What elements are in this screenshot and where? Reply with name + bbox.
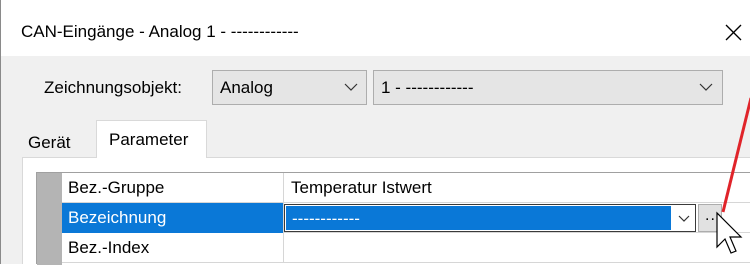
drawing-object-type-value: Analog — [220, 78, 273, 97]
tab-geraet[interactable]: Gerät — [28, 133, 71, 153]
dialog-window: CAN-Eingänge - Analog 1 - ------------ Z… — [0, 0, 750, 265]
ellipsis-button[interactable]: ... — [698, 204, 722, 232]
tab-parameter-label: Parameter — [109, 130, 189, 149]
grid-cell-value[interactable]: ------------ ... — [284, 203, 750, 233]
window-title: CAN-Eingänge - Analog 1 - ------------ — [21, 22, 299, 41]
grid-cell-name: Bez.-Index — [62, 233, 284, 263]
selected-text: ------------ — [286, 206, 671, 230]
drawing-object-number-dropdown[interactable]: 1 - ------------ — [373, 70, 723, 105]
chevron-down-icon — [699, 83, 713, 91]
grid-cell-name: Bez.-Gruppe — [62, 173, 284, 203]
grid-cell-value[interactable] — [284, 233, 750, 263]
parameter-grid: Bez.-Gruppe Temperatur Istwert Bezeichnu… — [36, 172, 750, 265]
param-value: Temperatur Istwert — [291, 178, 432, 197]
grid-row-bez-gruppe[interactable]: Bez.-Gruppe Temperatur Istwert — [62, 173, 750, 203]
drawing-object-type-dropdown[interactable]: Analog — [212, 70, 367, 105]
tab-parameter[interactable]: Parameter — [96, 120, 207, 158]
drawing-object-number-value: 1 - ------------ — [381, 78, 474, 97]
param-name: Bezeichnung — [68, 208, 167, 227]
grid-cell-name: Bezeichnung — [62, 203, 284, 233]
grid-cell-value[interactable]: Temperatur Istwert — [284, 173, 750, 203]
param-value: ------------ — [292, 209, 360, 228]
grid-row-bezeichnung[interactable]: Bezeichnung ------------ ... — [62, 203, 750, 233]
title-bar[interactable]: CAN-Eingänge - Analog 1 - ------------ — [1, 0, 750, 56]
bezeichnung-combo-input[interactable]: ------------ — [284, 204, 696, 232]
chevron-down-icon — [344, 83, 358, 91]
param-name: Bez.-Gruppe — [68, 178, 165, 197]
close-icon — [725, 24, 741, 40]
grid-row-bez-index[interactable]: Bez.-Index — [62, 233, 750, 263]
chevron-down-icon[interactable] — [678, 214, 690, 223]
close-button[interactable] — [715, 16, 750, 48]
ellipsis-label: ... — [705, 207, 722, 224]
drawing-object-label: Zeichnungsobjekt: — [44, 78, 182, 97]
row-header-strip — [37, 173, 62, 265]
param-name: Bez.-Index — [68, 238, 150, 257]
